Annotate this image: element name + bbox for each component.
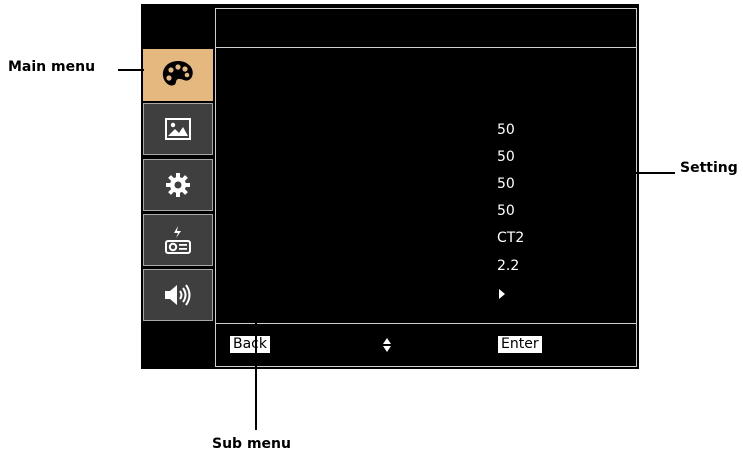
tab-setting[interactable] <box>143 159 213 211</box>
palette-icon <box>162 61 193 86</box>
gear-icon <box>166 173 190 197</box>
main-menu-pointer <box>118 69 144 71</box>
setting-pointer <box>611 172 675 174</box>
tab-color[interactable] <box>143 49 213 101</box>
tab-audio[interactable] <box>143 269 213 321</box>
footer-divider <box>215 323 637 324</box>
tab-image[interactable] <box>143 103 213 155</box>
setting-value-1[interactable]: 50 <box>497 120 577 140</box>
sub-menu-pointer <box>255 306 257 430</box>
main-menu-label: Main menu <box>8 59 96 75</box>
projector-power-icon <box>165 226 191 254</box>
setting-label: Setting <box>680 160 738 176</box>
up-down-arrows-icon <box>383 338 391 352</box>
speaker-icon <box>165 284 191 306</box>
osd-title-bar <box>215 8 637 47</box>
setting-value-3[interactable]: 50 <box>497 174 577 194</box>
setting-value-4[interactable]: 50 <box>497 201 577 221</box>
sub-menu-label: Sub menu <box>212 436 291 452</box>
tab-management[interactable] <box>143 214 213 266</box>
image-icon <box>165 118 191 140</box>
submenu-arrow-icon[interactable] <box>499 289 505 299</box>
setting-value-6[interactable]: 2.2 <box>497 256 577 276</box>
setting-value-5[interactable]: CT2 <box>497 228 577 248</box>
enter-button[interactable]: Enter <box>498 336 542 353</box>
back-button[interactable]: Back <box>230 336 270 353</box>
setting-value-2[interactable]: 50 <box>497 147 577 167</box>
